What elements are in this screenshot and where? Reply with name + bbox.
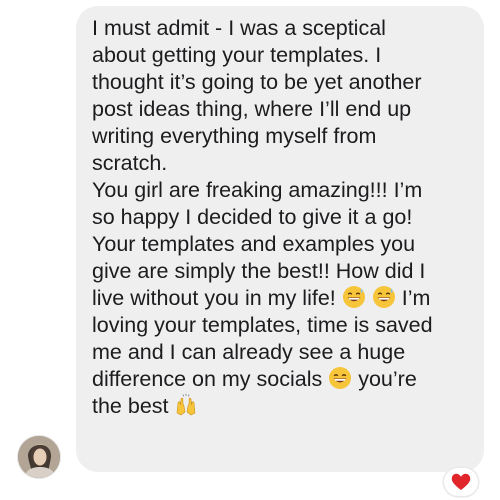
message-line: scratch. [92, 151, 168, 175]
message-line: loving your templates, time is saved [92, 313, 433, 337]
message-line: give are simply the best!! How did I [92, 259, 426, 283]
message-line: Your templates and examples you [92, 232, 416, 256]
sender-avatar[interactable] [18, 436, 60, 478]
reaction-badge[interactable] [444, 468, 478, 496]
message-line: so happy I decided to give it a go! [92, 205, 413, 229]
message-line: difference on my socials [92, 367, 323, 391]
message-line: the best [92, 394, 169, 418]
message-line: You girl are freaking amazing!!! I’m [92, 178, 423, 202]
message-bubble[interactable]: I must admit - I was a sceptical about g… [76, 6, 484, 472]
message-line: I must admit - I was a sceptical [92, 16, 386, 40]
message-line: I’m [401, 286, 431, 310]
message-text: I must admit - I was a sceptical about g… [92, 15, 474, 420]
message-line: writing everything myself from [92, 124, 377, 148]
heart-icon [451, 473, 471, 490]
message-line: you’re [358, 367, 417, 391]
grinning-sweat-emoji-icon [372, 286, 395, 308]
message-line: me and I can already see a huge [92, 340, 406, 364]
grinning-sweat-emoji-icon [342, 286, 365, 308]
beaming-smile-emoji-icon [329, 367, 352, 389]
message-line: about getting your templates. I [92, 43, 382, 67]
message-line: live without you in my life! [92, 286, 336, 310]
message-line: thought it’s going to be yet another [92, 70, 422, 94]
raising-hands-emoji-icon [177, 393, 196, 416]
avatar-photo-icon [18, 436, 60, 478]
message-line: post ideas thing, where I’ll end up [92, 97, 412, 121]
